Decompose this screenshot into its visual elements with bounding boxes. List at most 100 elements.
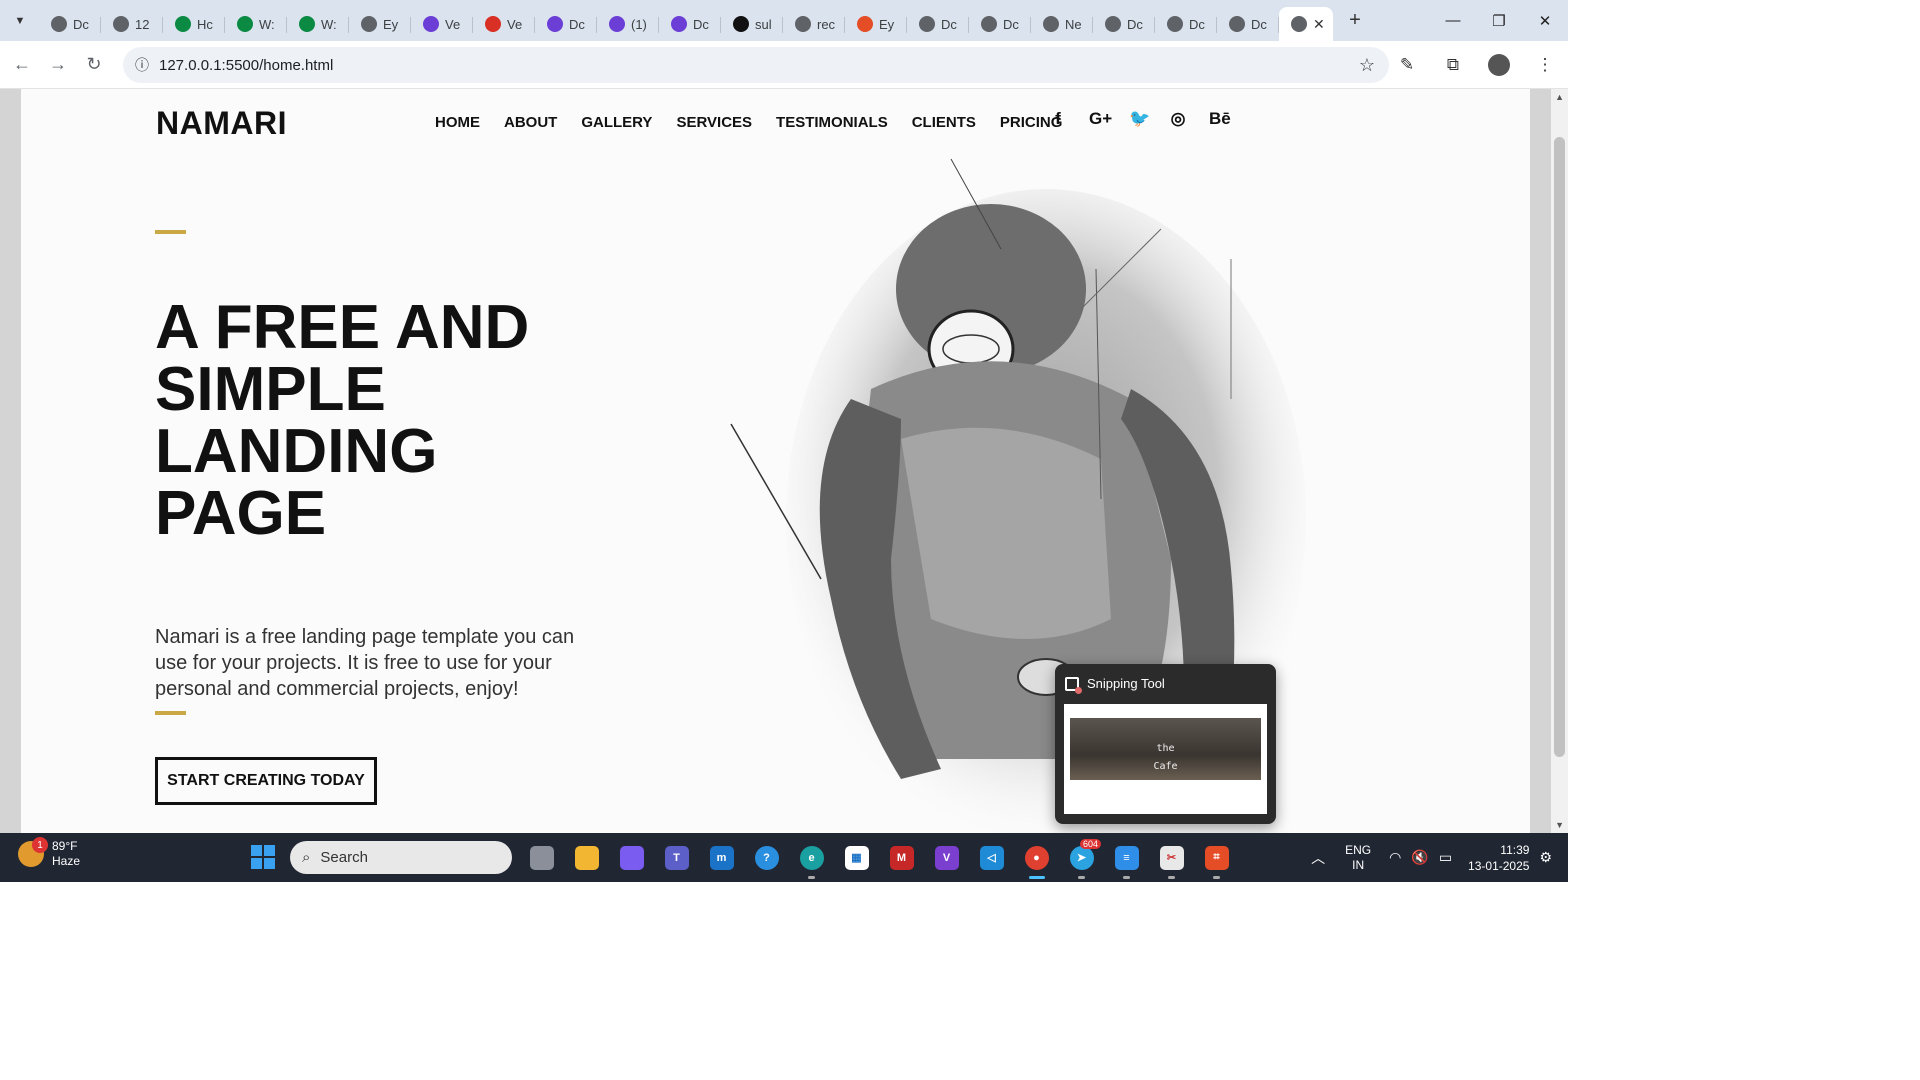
nav-link-gallery[interactable]: GALLERY (581, 114, 652, 131)
start-creating-button[interactable]: START CREATING TODAY (155, 757, 377, 805)
edge-icon[interactable]: e (792, 839, 831, 879)
back-button[interactable]: ← (4, 47, 40, 83)
scroll-up-icon[interactable]: ▲ (1555, 92, 1564, 102)
browser-tab[interactable]: Dc (535, 7, 597, 41)
tab-title: Dc (1127, 16, 1143, 32)
page-scrollbar[interactable]: ▲ ▼ (1551, 89, 1568, 833)
browser-tab[interactable]: Ey (349, 7, 411, 41)
wix-icon (299, 16, 315, 32)
eyedropper-icon[interactable]: ✎ (1384, 55, 1430, 75)
snipping-tool-taskbar-icon[interactable]: ✂ (1152, 839, 1191, 879)
minimize-button[interactable]: — (1430, 0, 1476, 41)
browser-tab[interactable]: Ne (1031, 7, 1093, 41)
globe-icon (981, 16, 997, 32)
tab-title: Ne (1065, 16, 1082, 32)
browser-tab[interactable]: Dc (1155, 7, 1217, 41)
nav-link-clients[interactable]: CLIENTS (912, 114, 976, 131)
address-bar[interactable]: ⓘ 127.0.0.1:5500/home.html ☆ (123, 47, 1389, 83)
system-clock[interactable]: 11:39 13-01-2025 (1468, 842, 1529, 874)
browser-tab[interactable]: rec (783, 7, 845, 41)
tab-search-button[interactable]: ▼ (7, 8, 33, 34)
facebook-icon[interactable]: f (1049, 109, 1067, 129)
bookmark-star-icon[interactable]: ☆ (1359, 55, 1375, 76)
wifi-icon: ◠ (1389, 849, 1402, 865)
browser-tab[interactable]: Ve (473, 7, 535, 41)
browser-tab[interactable]: Dc (1217, 7, 1279, 41)
taskbar-search[interactable]: ⌕ Search (290, 841, 512, 874)
help-icon[interactable]: ? (747, 839, 786, 876)
task-view-icon[interactable] (522, 839, 561, 876)
nav-link-home[interactable]: HOME (435, 114, 480, 131)
browser-tab[interactable]: Dc (39, 7, 101, 41)
copilot-icon[interactable] (612, 839, 651, 876)
language-indicator[interactable]: ENG IN (1345, 843, 1371, 873)
teams-icon[interactable]: T (657, 839, 696, 876)
mcafee-icon[interactable]: M (882, 839, 921, 876)
file-explorer-icon[interactable] (567, 839, 606, 876)
toolbar-actions: ✎ ⧉ ⋮ (1384, 41, 1568, 89)
new-tab-button[interactable]: + (1341, 7, 1369, 35)
behance-icon[interactable]: Bē (1209, 109, 1231, 129)
close-window-button[interactable]: ✕ (1522, 0, 1568, 41)
twitter-icon[interactable]: 🐦 (1129, 109, 1150, 129)
snipping-tool-thumbnail[interactable]: the Cafe (1064, 704, 1267, 814)
notification-icon[interactable]: ⚙ (1539, 849, 1552, 866)
globe-icon (361, 16, 377, 32)
reload-button[interactable]: ↻ (76, 47, 112, 83)
site-info-icon[interactable]: ⓘ (125, 55, 159, 75)
scroll-down-icon[interactable]: ▼ (1555, 820, 1564, 830)
browser-tab[interactable]: 12 (101, 7, 163, 41)
globe-icon (1291, 16, 1307, 32)
thumbnail-caption-line2: Cafe (1153, 761, 1178, 772)
start-button[interactable] (251, 845, 275, 869)
tab-title: W: (321, 16, 337, 32)
language-line2: IN (1352, 857, 1365, 872)
google-plus-icon[interactable]: G+ (1089, 109, 1112, 129)
tab-title: Dc (73, 16, 89, 32)
taskbar-apps: T m ? e ▦ M V ◁ ● ➤ 604 ≡ ✂ ⌗ (522, 839, 1236, 879)
snipping-tool-preview[interactable]: Snipping Tool the Cafe (1055, 664, 1276, 824)
site-logo[interactable]: NAMARI (156, 105, 287, 142)
globe-icon (1167, 16, 1183, 32)
tab-title: Dc (569, 16, 585, 32)
tray-overflow-icon[interactable]: ︿ (1311, 848, 1325, 868)
browser-tab[interactable]: Dc (1093, 7, 1155, 41)
tab-title: sul (755, 16, 772, 32)
scrollbar-thumb[interactable] (1554, 137, 1565, 757)
chrome-icon[interactable]: ● (1017, 839, 1056, 879)
menu-icon[interactable]: ⋮ (1522, 55, 1568, 75)
extensions-icon[interactable]: ⧉ (1430, 55, 1476, 75)
restore-button[interactable]: ❐ (1476, 0, 1522, 41)
active-browser-tab[interactable]: ✕ (1279, 7, 1333, 41)
telegram-icon[interactable]: ➤ 604 (1062, 839, 1101, 879)
close-tab-icon[interactable]: ✕ (1313, 16, 1325, 33)
html-editor-icon[interactable]: ⌗ (1197, 839, 1236, 879)
browser-tab[interactable]: sul (721, 7, 783, 41)
profile-avatar[interactable] (1488, 54, 1510, 76)
store-icon[interactable]: ▦ (837, 839, 876, 876)
visual-studio-icon[interactable]: V (927, 839, 966, 876)
browser-tab[interactable]: Ve (411, 7, 473, 41)
browser-tab[interactable]: Dc (907, 7, 969, 41)
infinity-icon (609, 16, 625, 32)
hero-illustration (730, 158, 1306, 833)
nav-link-services[interactable]: SERVICES (676, 114, 752, 131)
browser-tab[interactable]: Dc (659, 7, 721, 41)
browser-tab[interactable]: Hc (163, 7, 225, 41)
weather-widget[interactable]: 1 89°F Haze (18, 837, 80, 869)
instagram-icon[interactable]: ◎ (1169, 109, 1187, 129)
nav-link-testimonials[interactable]: TESTIMONIALS (776, 114, 888, 131)
browser-tab[interactable]: Dc (969, 7, 1031, 41)
notepad-icon[interactable]: ≡ (1107, 839, 1146, 879)
browser-tab[interactable]: W: (225, 7, 287, 41)
tray-icons[interactable]: ◠ 🔇 ▭ (1389, 849, 1452, 866)
browser-tab[interactable]: Ey (845, 7, 907, 41)
vscode-icon[interactable]: ◁ (972, 839, 1011, 876)
browser-tab[interactable]: (1) (597, 7, 659, 41)
browser-tab[interactable]: W: (287, 7, 349, 41)
mvhp-icon[interactable]: m (702, 839, 741, 876)
nav-link-about[interactable]: ABOUT (504, 114, 557, 131)
globe-icon (113, 16, 129, 32)
forward-button[interactable]: → (40, 47, 76, 83)
url-text[interactable]: 127.0.0.1:5500/home.html (159, 57, 333, 74)
